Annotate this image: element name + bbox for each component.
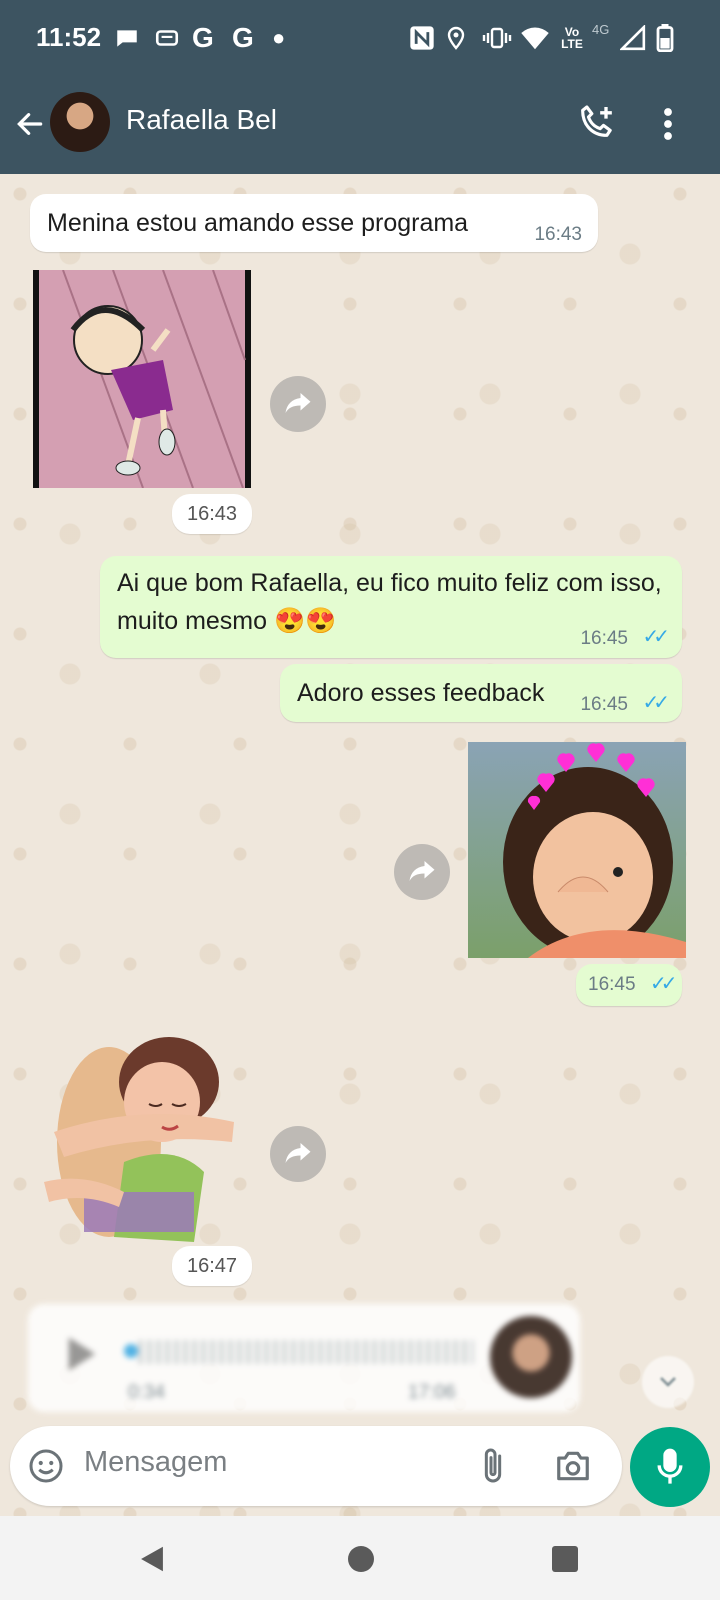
status-time: 11:52 [36, 22, 102, 52]
more-options-icon[interactable] [656, 106, 680, 147]
message-time: 16:45 [580, 628, 628, 649]
audio-duration: 0:34 [128, 1382, 165, 1403]
scroll-down-button[interactable] [642, 1356, 694, 1408]
chat-bubble-icon [114, 22, 140, 54]
photo-child-hearts[interactable] [468, 742, 686, 958]
read-receipt-icon: ✓✓ [642, 692, 669, 714]
message-input-bar[interactable]: Mensagem [10, 1426, 622, 1506]
sticker-time: 16:47 [172, 1246, 252, 1286]
message-time: 16:45 [580, 694, 628, 715]
network-type-label: 4G [592, 22, 610, 37]
read-receipt-icon: ✓✓ [642, 626, 669, 648]
forward-icon[interactable] [394, 844, 450, 900]
play-icon[interactable] [64, 1334, 100, 1379]
message-text: Adoro esses feedback [297, 679, 545, 707]
chat-header: Rafaella Bel [0, 78, 720, 174]
image-time-badge: 16:45 ✓✓ [576, 964, 682, 1006]
google-icon: G [192, 22, 214, 53]
emoji-icon[interactable] [28, 1448, 64, 1489]
camera-icon[interactable] [554, 1448, 592, 1489]
status-bar: 11:52 G G ● Vo LTE 4G [0, 0, 720, 78]
system-nav-bar [0, 1516, 720, 1600]
message-input[interactable]: Mensagem [84, 1446, 227, 1479]
chevron-down-icon [656, 1370, 680, 1399]
vibrate-icon [482, 22, 512, 54]
read-receipt-icon: ✓✓ [650, 973, 677, 995]
message-time: 16:43 [534, 224, 582, 245]
signal-4g-icon [620, 22, 646, 54]
forward-icon[interactable] [270, 376, 326, 432]
forward-icon[interactable] [270, 1126, 326, 1182]
contact-name[interactable]: Rafaella Bel [126, 104, 277, 136]
mic-button[interactable] [630, 1427, 710, 1507]
contact-avatar[interactable] [50, 92, 110, 152]
battery-icon [656, 22, 674, 54]
message-outgoing[interactable]: Ai que bom Rafaella, eu fico muito feliz… [100, 556, 682, 658]
attach-icon[interactable] [478, 1446, 508, 1491]
message-time: 17:06 [408, 1382, 456, 1403]
nav-back-icon[interactable] [138, 1544, 166, 1579]
google-icon: G [232, 22, 254, 53]
sticker-hug[interactable] [44, 1022, 244, 1242]
volte-icon: Vo LTE [561, 25, 583, 51]
sticker-time: 16:43 [172, 494, 252, 534]
sender-avatar [490, 1316, 572, 1398]
audio-waveform[interactable] [138, 1340, 474, 1364]
message-icon [154, 22, 180, 54]
wifi-icon [520, 22, 550, 54]
location-icon [444, 22, 468, 54]
sticker-girl-dancing[interactable] [33, 269, 251, 489]
message-outgoing[interactable]: Adoro esses feedback 16:45 ✓✓ [280, 664, 682, 722]
dot-icon: ● [272, 25, 286, 50]
add-call-icon[interactable] [576, 102, 616, 147]
audio-message[interactable]: 0:34 17:06 [28, 1304, 580, 1412]
back-arrow-icon[interactable] [14, 108, 46, 145]
message-incoming[interactable]: Menina estou amando esse programa 16:43 [30, 194, 598, 252]
audio-progress-dot[interactable] [124, 1344, 138, 1358]
nav-recents-icon[interactable] [552, 1546, 578, 1572]
message-text: Menina estou amando esse programa [47, 209, 469, 237]
message-time: 16:45 [588, 974, 636, 995]
nav-home-icon[interactable] [348, 1546, 374, 1572]
mic-icon [656, 1447, 684, 1492]
nfc-icon [408, 22, 436, 54]
